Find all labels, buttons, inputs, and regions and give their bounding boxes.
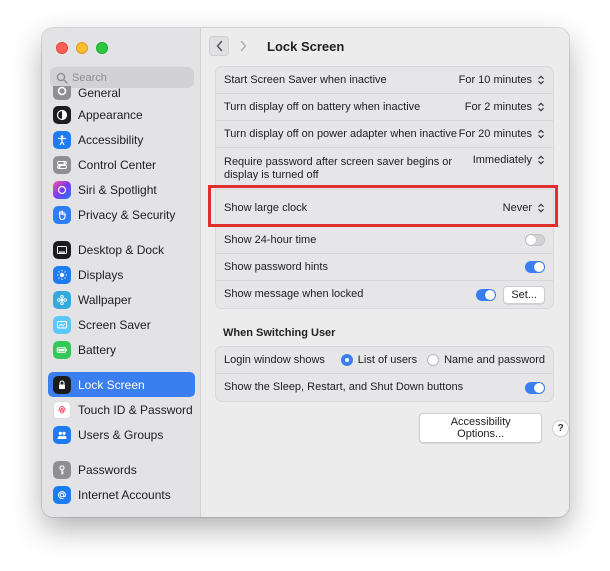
password-hints-row: Show password hints xyxy=(216,254,553,281)
accessibility-icon xyxy=(53,130,71,149)
sidebar-item-displays[interactable]: Displays xyxy=(48,262,195,287)
large-clock-popup[interactable]: Never xyxy=(503,202,545,214)
sidebar-item-label: Internet Accounts xyxy=(78,487,171,502)
sidebar-item-screen-saver[interactable]: Screen Saver xyxy=(48,312,195,337)
updown-chevron-icon xyxy=(538,155,544,165)
fingerprint-icon xyxy=(53,400,71,419)
sidebar-item-label: Passwords xyxy=(78,462,137,477)
help-button[interactable]: ? xyxy=(552,419,569,437)
sidebar-item-label: Lock Screen xyxy=(78,377,145,392)
hour24-toggle[interactable] xyxy=(525,234,545,246)
sidebar-item-label: Screen Saver xyxy=(78,317,151,332)
main-pane: Lock Screen Start Screen Saver when inac… xyxy=(201,28,569,517)
require-password-row: Require password after screen saver begi… xyxy=(216,148,553,190)
at-icon xyxy=(53,485,71,504)
sidebar-item-label: Users & Groups xyxy=(78,427,164,442)
screen-saver-icon xyxy=(53,315,71,334)
sidebar-item-general[interactable]: General xyxy=(48,86,195,100)
battery-icon xyxy=(53,340,71,359)
hand-icon xyxy=(53,205,71,224)
appearance-icon xyxy=(53,105,71,124)
accessibility-options-button[interactable]: Accessibility Options... xyxy=(419,413,543,443)
updown-chevron-icon xyxy=(538,129,544,139)
sidebar-item-accessibility[interactable]: Accessibility xyxy=(48,127,195,152)
sidebar-item-label: Wallpaper xyxy=(78,292,132,307)
message-locked-toggle[interactable] xyxy=(476,288,497,301)
sidebar-item-siri[interactable]: Siri & Spotlight xyxy=(48,177,195,202)
search-field[interactable] xyxy=(50,67,194,88)
toolbar: Lock Screen xyxy=(209,36,344,56)
sidebar-item-label: Appearance xyxy=(78,107,143,122)
updown-chevron-icon xyxy=(538,203,544,213)
settings-window: General Appearance Accessibility Control… xyxy=(42,28,569,517)
switching-user-heading: When Switching User xyxy=(223,327,336,339)
zoom-window-button[interactable] xyxy=(96,42,108,54)
set-message-button[interactable]: Set... xyxy=(503,285,545,304)
control-center-icon xyxy=(53,155,71,174)
require-password-popup[interactable]: Immediately xyxy=(473,154,545,166)
sidebar-item-touch-id[interactable]: Touch ID & Password xyxy=(48,397,195,422)
radio-list-of-users[interactable]: List of users xyxy=(340,354,417,366)
page-title: Lock Screen xyxy=(267,38,345,54)
message-locked-row: Show message when locked Set... xyxy=(216,281,553,308)
key-icon xyxy=(53,460,71,479)
sidebar-item-label: Siri & Spotlight xyxy=(78,182,157,197)
chevron-right-icon xyxy=(240,40,246,52)
sidebar-item-label: Desktop & Dock xyxy=(78,242,165,257)
sidebar-item-label: Touch ID & Password xyxy=(78,402,193,417)
updown-chevron-icon xyxy=(538,75,544,85)
sidebar-item-control-center[interactable]: Control Center xyxy=(48,152,195,177)
chevron-left-icon xyxy=(216,40,222,52)
sidebar-item-users-groups[interactable]: Users & Groups xyxy=(48,422,195,447)
login-window-row: Login window shows List of users Name an… xyxy=(216,347,553,374)
sidebar-item-label: Accessibility xyxy=(78,132,144,147)
switching-user-group: Login window shows List of users Name an… xyxy=(215,346,554,402)
display-adapter-row: Turn display off on power adapter when i… xyxy=(216,121,553,148)
sidebar-item-label: Privacy & Security xyxy=(78,207,176,222)
sidebar-item-label: Battery xyxy=(78,342,117,357)
display-adapter-popup[interactable]: For 20 minutes xyxy=(459,128,545,140)
search-icon xyxy=(56,72,68,84)
lock-icon xyxy=(53,375,71,394)
display-battery-popup[interactable]: For 2 minutes xyxy=(465,101,545,113)
screen-saver-row: Start Screen Saver when inactive For 10 … xyxy=(216,67,553,94)
wallpaper-icon xyxy=(53,290,71,309)
sidebar-item-battery[interactable]: Battery xyxy=(48,337,195,362)
back-button[interactable] xyxy=(209,36,229,56)
sidebar-nav: General Appearance Accessibility Control… xyxy=(48,86,195,507)
login-window-radio-group: List of users Name and password xyxy=(340,354,545,366)
screen-saver-popup[interactable]: For 10 minutes xyxy=(459,74,545,86)
close-window-button[interactable] xyxy=(56,42,68,54)
siri-icon xyxy=(53,180,71,199)
footer-buttons: Accessibility Options... ? xyxy=(419,413,569,443)
lock-settings-group: Start Screen Saver when inactive For 10 … xyxy=(215,66,554,309)
sidebar-item-privacy[interactable]: Privacy & Security xyxy=(48,202,195,227)
sidebar-item-internet-accounts[interactable]: Internet Accounts xyxy=(48,482,195,507)
radio-name-and-password[interactable]: Name and password xyxy=(427,354,545,366)
sidebar-item-appearance[interactable]: Appearance xyxy=(48,102,195,127)
forward-button[interactable] xyxy=(233,36,253,56)
window-controls xyxy=(56,42,108,54)
sleep-buttons-row: Show the Sleep, Restart, and Shut Down b… xyxy=(216,374,553,401)
dock-icon xyxy=(53,240,71,259)
large-clock-row: Show large clock Never xyxy=(216,190,553,227)
updown-chevron-icon xyxy=(538,102,544,112)
minimize-window-button[interactable] xyxy=(76,42,88,54)
sidebar-item-wallpaper[interactable]: Wallpaper xyxy=(48,287,195,312)
password-hints-toggle[interactable] xyxy=(525,261,545,273)
search-input[interactable] xyxy=(72,71,192,84)
sidebar-item-label: Displays xyxy=(78,267,124,282)
sleep-buttons-toggle[interactable] xyxy=(525,381,545,394)
hour24-row: Show 24-hour time xyxy=(216,227,553,254)
sidebar-item-label: Control Center xyxy=(78,157,157,172)
gear-icon xyxy=(53,86,71,100)
sidebar-item-lock-screen[interactable]: Lock Screen xyxy=(48,372,195,397)
users-icon xyxy=(53,425,71,444)
sidebar-item-passwords[interactable]: Passwords xyxy=(48,457,195,482)
sidebar-item-label: General xyxy=(78,86,121,100)
sidebar-item-desktop-dock[interactable]: Desktop & Dock xyxy=(48,237,195,262)
display-battery-row: Turn display off on battery when inactiv… xyxy=(216,94,553,121)
sidebar: General Appearance Accessibility Control… xyxy=(42,28,201,517)
displays-icon xyxy=(53,265,71,284)
